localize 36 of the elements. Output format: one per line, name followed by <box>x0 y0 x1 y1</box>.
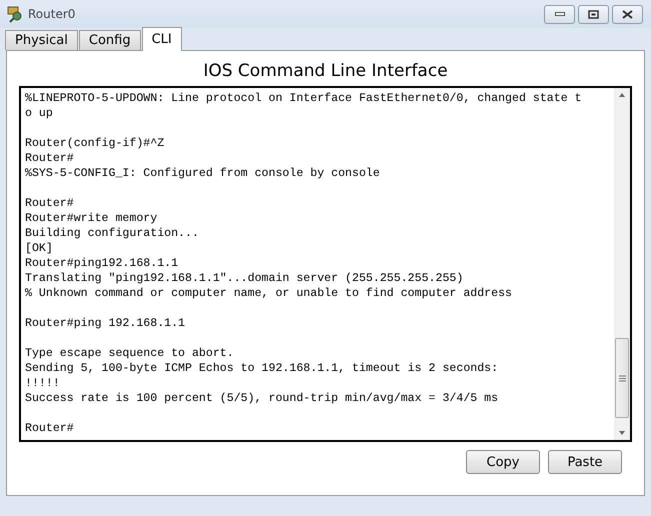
console-line: o up <box>25 106 53 121</box>
console-line: Building configuration... <box>25 226 199 241</box>
console-line: % Unknown command or computer name, or unable to find computer address <box>25 286 512 301</box>
tab[interactable]: Physical <box>5 30 78 50</box>
console-line: !!!!! <box>25 376 60 391</box>
minimize-button[interactable] <box>544 4 575 24</box>
tab[interactable]: CLI <box>142 27 182 51</box>
tab[interactable]: Config <box>78 30 141 50</box>
console-line: Router(config-if)#^Z <box>25 136 164 151</box>
console-line: Router# <box>25 151 74 166</box>
console-line: %SYS-5-CONFIG_I: Configured from console by console <box>25 166 380 181</box>
scroll-thumb[interactable] <box>615 338 629 418</box>
grip-icon <box>618 374 626 382</box>
console-line: Router#ping192.168.1.1 <box>25 256 178 271</box>
minimize-icon <box>554 12 564 16</box>
console-line: Router#write memory <box>25 211 158 226</box>
console-line: Router# <box>25 421 74 436</box>
maximize-button[interactable] <box>578 4 609 24</box>
close-icon <box>622 10 633 18</box>
console-line: Router# <box>25 196 74 211</box>
window-title: Router0 <box>28 7 76 21</box>
console-line: [OK] <box>25 241 53 256</box>
close-button[interactable] <box>612 4 643 24</box>
console-line: Router#ping 192.168.1.1 <box>25 316 186 331</box>
console-line: Type escape sequence to abort. <box>25 346 234 361</box>
router-icon <box>6 5 24 23</box>
action-button[interactable]: Paste <box>548 450 622 474</box>
console-line: Success rate is 100 percent (5/5), round-trip min/avg/max = 3/4/5 ms <box>25 391 498 406</box>
console-output[interactable] <box>19 86 632 442</box>
console-line: %LINEPROTO-5-UPDOWN: Line protocol on Interface FastEthernet0/0, changed state t <box>25 91 582 106</box>
panel-heading: IOS Command Line Interface <box>203 61 448 81</box>
restore-icon <box>588 10 599 18</box>
scrollbar[interactable] <box>614 88 630 440</box>
action-button[interactable]: Copy <box>466 450 540 474</box>
console-line: Sending 5, 100-byte ICMP Echos to 192.168.1.1, timeout is 2 seconds: <box>25 361 498 376</box>
console-line: Translating "ping192.168.1.1"...domain server (255.255.255.255) <box>25 271 464 286</box>
